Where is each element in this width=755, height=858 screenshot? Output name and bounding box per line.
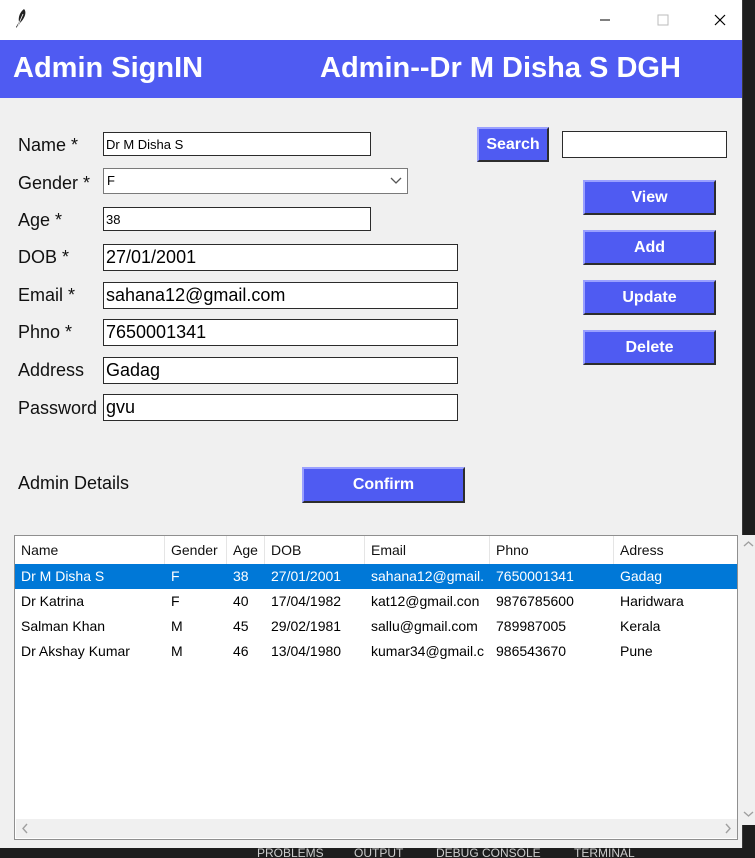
cell-gender: M bbox=[171, 643, 183, 659]
cell-gender: F bbox=[171, 593, 180, 609]
dob-input[interactable] bbox=[103, 244, 458, 271]
column-header-gender[interactable]: Gender bbox=[165, 536, 227, 564]
update-button[interactable]: Update bbox=[583, 280, 716, 315]
table-row[interactable]: Dr Akshay Kumar M 46 13/04/1980 kumar34@… bbox=[15, 639, 737, 664]
gender-select[interactable]: F bbox=[103, 168, 408, 194]
page-title: Admin SignIN bbox=[13, 52, 204, 84]
search-input[interactable] bbox=[562, 131, 727, 158]
scroll-right-icon[interactable] bbox=[723, 823, 733, 834]
cell-gender: F bbox=[171, 568, 180, 584]
tab-problems[interactable]: PROBLEMS bbox=[257, 848, 324, 858]
cell-age: 40 bbox=[233, 593, 249, 609]
password-input[interactable] bbox=[103, 394, 458, 421]
tab-debug-console[interactable]: DEBUG CONSOLE bbox=[436, 848, 541, 858]
minimize-icon bbox=[600, 19, 610, 21]
confirm-button[interactable]: Confirm bbox=[302, 467, 465, 503]
phno-label: Phno * bbox=[18, 322, 73, 342]
chevron-down-icon bbox=[390, 177, 402, 184]
name-label: Name * bbox=[18, 135, 79, 155]
admin-window: Admin SignIN Admin--Dr M Disha S DGH Nam… bbox=[0, 0, 743, 848]
cell-gender: M bbox=[171, 618, 183, 634]
horizontal-scrollbar[interactable] bbox=[16, 819, 737, 838]
gender-select-value: F bbox=[107, 173, 115, 188]
email-label: Email * bbox=[18, 285, 76, 305]
cell-age: 46 bbox=[233, 643, 249, 659]
email-input[interactable] bbox=[103, 282, 458, 309]
tab-output[interactable]: OUTPUT bbox=[354, 848, 403, 858]
cell-name: Dr M Disha S bbox=[21, 568, 105, 584]
title-bar bbox=[0, 0, 742, 40]
scroll-up-icon[interactable] bbox=[743, 539, 754, 549]
password-label: Password bbox=[18, 398, 98, 418]
admin-user-title: Admin--Dr M Disha S DGH bbox=[320, 52, 681, 84]
cell-dob: 27/01/2001 bbox=[271, 568, 342, 584]
maximize-icon bbox=[657, 14, 669, 26]
age-input[interactable] bbox=[103, 207, 371, 231]
header-banner: Admin SignIN Admin--Dr M Disha S DGH bbox=[0, 40, 742, 98]
name-input[interactable] bbox=[103, 132, 371, 156]
address-input[interactable] bbox=[103, 357, 458, 384]
column-header-email[interactable]: Email bbox=[365, 536, 490, 564]
table-row[interactable]: Salman Khan M 45 29/02/1981 sallu@gmail.… bbox=[15, 614, 737, 639]
cell-phno: 7650001341 bbox=[496, 568, 574, 584]
tab-terminal[interactable]: TERMINAL bbox=[574, 848, 635, 858]
view-button[interactable]: View bbox=[583, 180, 716, 215]
table-row[interactable]: Dr Katrina F 40 17/04/1982 kat12@gmail.c… bbox=[15, 589, 737, 614]
address-label: Address bbox=[18, 360, 85, 380]
search-button[interactable]: Search bbox=[477, 127, 549, 162]
cell-email: kumar34@gmail.c bbox=[371, 643, 485, 659]
table-header: Name Gender Age DOB Email Phno Adress bbox=[15, 536, 737, 565]
cell-address: Gadag bbox=[620, 568, 663, 584]
cell-phno: 986543670 bbox=[496, 643, 567, 659]
column-header-address[interactable]: Adress bbox=[614, 536, 737, 564]
cell-email: sahana12@gmail. bbox=[371, 568, 485, 584]
cell-email: sallu@gmail.com bbox=[371, 618, 478, 634]
admin-details-label: Admin Details bbox=[18, 473, 130, 493]
feather-icon bbox=[16, 9, 26, 29]
cell-dob: 29/02/1981 bbox=[271, 618, 342, 634]
column-header-age[interactable]: Age bbox=[227, 536, 265, 564]
scroll-left-icon[interactable] bbox=[20, 823, 30, 834]
minimize-button[interactable] bbox=[582, 0, 628, 40]
cell-dob: 13/04/1980 bbox=[271, 643, 342, 659]
column-header-phno[interactable]: Phno bbox=[490, 536, 614, 564]
scroll-down-icon[interactable] bbox=[743, 809, 754, 819]
cell-address: Haridwara bbox=[620, 593, 684, 609]
maximize-button[interactable] bbox=[640, 0, 686, 40]
cell-age: 38 bbox=[233, 568, 249, 584]
delete-button[interactable]: Delete bbox=[583, 330, 716, 365]
vertical-scrollbar[interactable] bbox=[742, 535, 755, 825]
age-label: Age * bbox=[18, 210, 63, 230]
cell-name: Salman Khan bbox=[21, 618, 106, 634]
cell-email: kat12@gmail.con bbox=[371, 593, 480, 609]
column-header-dob[interactable]: DOB bbox=[265, 536, 365, 564]
close-icon bbox=[714, 14, 726, 26]
dob-label: DOB * bbox=[18, 247, 70, 267]
add-button[interactable]: Add bbox=[583, 230, 716, 265]
cell-age: 45 bbox=[233, 618, 249, 634]
close-button[interactable] bbox=[697, 0, 742, 40]
background-panel-tabs: PROBLEMS OUTPUT DEBUG CONSOLE TERMINAL bbox=[0, 848, 755, 858]
column-header-name[interactable]: Name bbox=[15, 536, 165, 564]
cell-phno: 9876785600 bbox=[496, 593, 574, 609]
table-row[interactable]: Dr M Disha S F 38 27/01/2001 sahana12@gm… bbox=[15, 564, 737, 589]
admin-details-table[interactable]: Name Gender Age DOB Email Phno Adress Dr… bbox=[14, 535, 738, 840]
cell-phno: 789987005 bbox=[496, 618, 567, 634]
cell-name: Dr Katrina bbox=[21, 593, 85, 609]
cell-address: Pune bbox=[620, 643, 653, 659]
cell-address: Kerala bbox=[620, 618, 661, 634]
cell-dob: 17/04/1982 bbox=[271, 593, 342, 609]
cell-name: Dr Akshay Kumar bbox=[21, 643, 130, 659]
phno-input[interactable] bbox=[103, 319, 458, 346]
gender-label: Gender * bbox=[18, 173, 91, 193]
